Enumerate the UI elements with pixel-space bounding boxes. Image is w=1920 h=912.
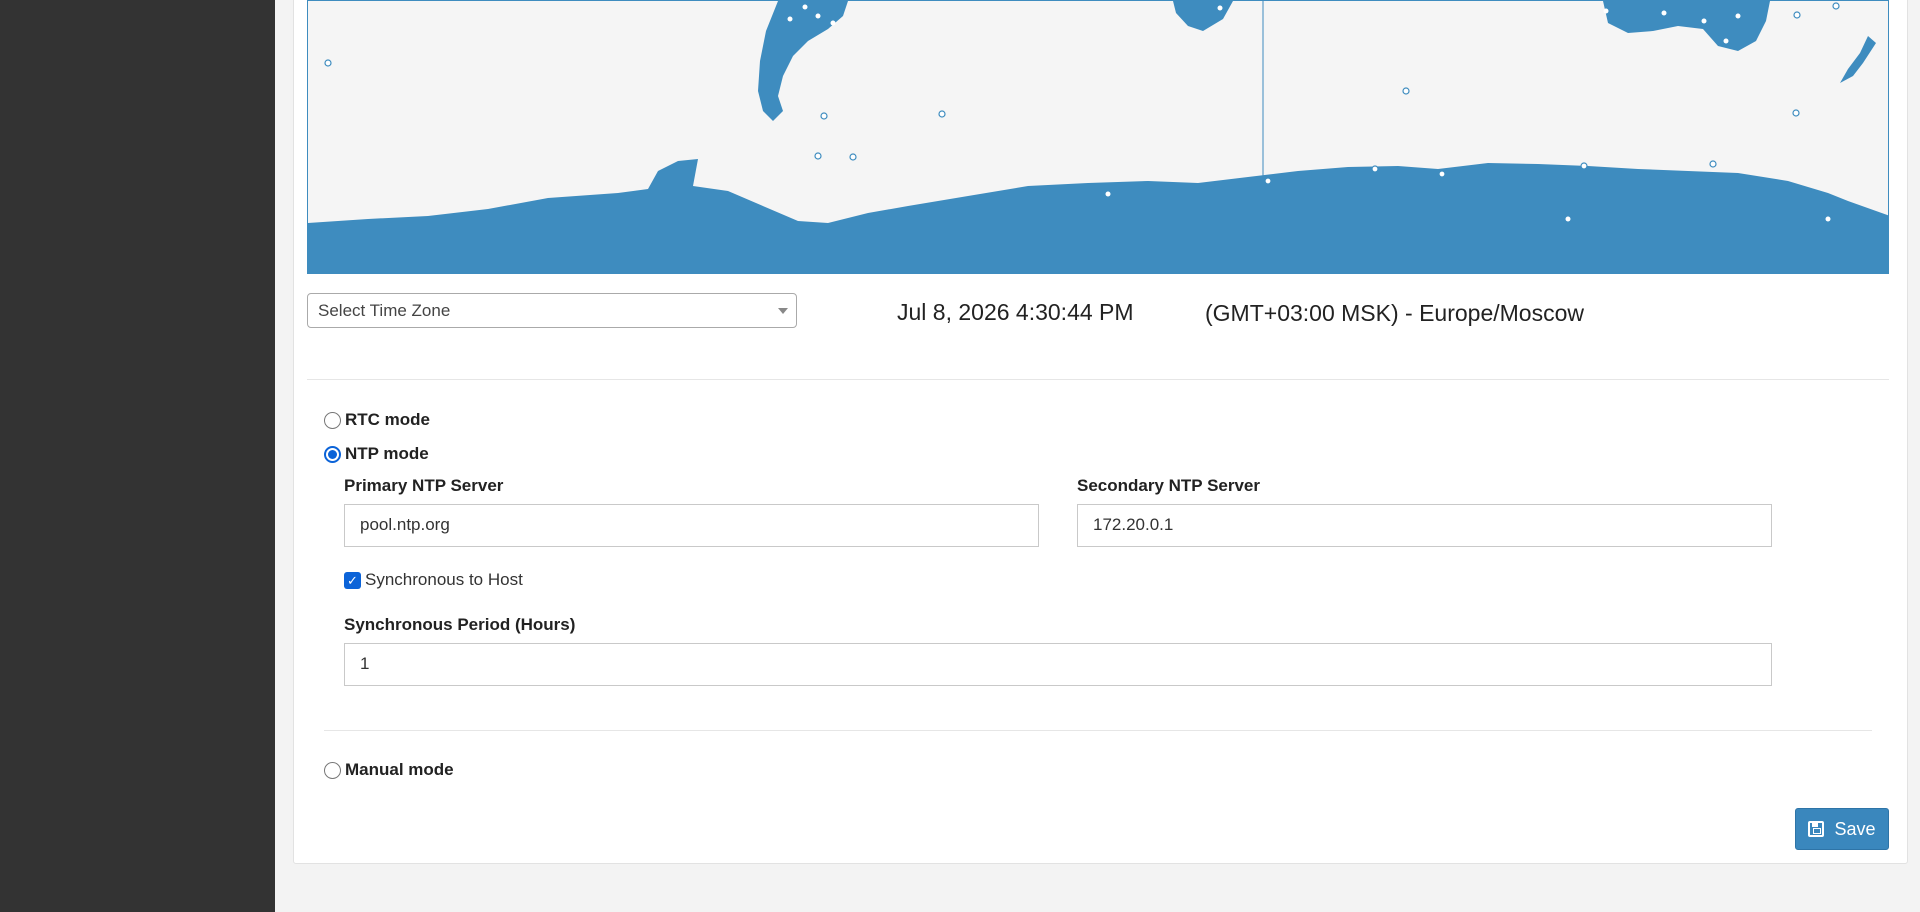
primary-ntp-label: Primary NTP Server xyxy=(344,476,504,495)
manual-mode-option[interactable]: Manual mode xyxy=(324,760,454,780)
sync-period-label: Synchronous Period (Hours) xyxy=(344,615,576,634)
chevron-down-icon xyxy=(778,308,788,314)
section-divider xyxy=(324,730,1872,731)
section-divider xyxy=(307,379,1889,380)
sync-period-input[interactable]: 1 xyxy=(344,643,1772,686)
floppy-disk-icon xyxy=(1808,821,1825,837)
primary-ntp-input[interactable]: pool.ntp.org xyxy=(344,504,1039,547)
rtc-mode-option[interactable]: RTC mode xyxy=(324,410,430,430)
rtc-mode-label: RTC mode xyxy=(345,410,430,429)
world-map-graphic xyxy=(308,1,1888,273)
ntp-mode-label: NTP mode xyxy=(345,444,429,463)
save-button[interactable]: Save xyxy=(1795,808,1889,850)
ntp-mode-option[interactable]: NTP mode xyxy=(324,444,429,464)
sync-host-label: Synchronous to Host xyxy=(365,570,523,589)
manual-mode-radio[interactable] xyxy=(324,761,341,779)
sync-host-option[interactable]: ✓ Synchronous to Host xyxy=(344,570,523,590)
save-button-label: Save xyxy=(1834,818,1876,839)
sidebar xyxy=(0,0,275,912)
current-timezone: (GMT+03:00 MSK) - Europe/Moscow xyxy=(1205,300,1584,326)
secondary-ntp-label: Secondary NTP Server xyxy=(1077,476,1260,495)
ntp-mode-radio[interactable] xyxy=(324,445,341,463)
rtc-mode-radio[interactable] xyxy=(324,411,341,429)
timezone-select-value: Select Time Zone xyxy=(318,301,451,320)
timezone-map[interactable] xyxy=(307,0,1889,274)
timezone-select[interactable]: Select Time Zone xyxy=(307,293,797,328)
manual-mode-label: Manual mode xyxy=(345,760,454,779)
secondary-ntp-input[interactable]: 172.20.0.1 xyxy=(1077,504,1772,547)
sync-host-checkbox[interactable]: ✓ xyxy=(344,571,361,589)
current-datetime: Jul 8, 2026 4:30:44 PM xyxy=(897,299,1134,325)
